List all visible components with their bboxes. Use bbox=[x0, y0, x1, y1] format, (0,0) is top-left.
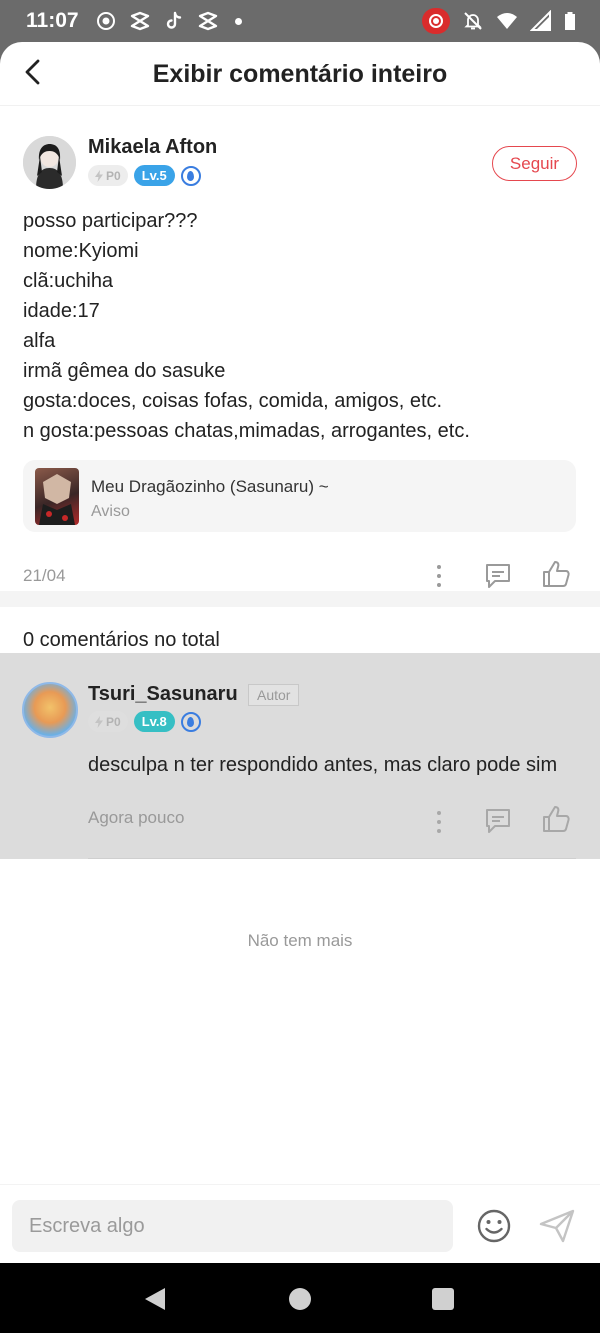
system-nav-bar bbox=[0, 1263, 600, 1333]
battery-icon bbox=[565, 12, 575, 30]
comment-line: clã:uchiha bbox=[23, 270, 114, 292]
screen-record-icon bbox=[422, 8, 450, 34]
post-title: Meu Dragãozinho (Sasunaru) ~ bbox=[91, 477, 329, 496]
username[interactable]: Mikaela Afton bbox=[88, 136, 217, 159]
reply-item[interactable]: Tsuri_Sasunaru Autor P0 Lv.8 desculpa n … bbox=[0, 653, 600, 859]
points-badge: P0 bbox=[88, 165, 128, 186]
level-badge: Lv.5 bbox=[133, 165, 175, 186]
comment-composer bbox=[0, 1184, 600, 1263]
app-logo-icon bbox=[198, 11, 218, 31]
section-divider bbox=[0, 591, 600, 607]
bolt-icon bbox=[95, 169, 103, 182]
nav-back-icon[interactable] bbox=[143, 1286, 167, 1312]
reply-text: desculpa n ter respondido antes, mas cla… bbox=[88, 754, 558, 776]
avatar[interactable] bbox=[22, 682, 78, 738]
page-header: Exibir comentário inteiro bbox=[0, 42, 600, 106]
status-time: 11:07 bbox=[26, 9, 79, 32]
status-left-icons bbox=[95, 10, 242, 32]
page-title: Exibir comentário inteiro bbox=[152, 60, 448, 88]
radio-icon bbox=[97, 12, 115, 30]
comment-line: idade:17 bbox=[23, 300, 100, 322]
post-subtitle: Aviso bbox=[91, 503, 130, 520]
comment-line: n gosta:pessoas chatas,mimadas, arrogant… bbox=[23, 420, 470, 442]
follow-button[interactable]: Seguir bbox=[492, 146, 577, 181]
verified-drop-icon bbox=[180, 711, 201, 732]
signal-icon bbox=[530, 10, 551, 31]
comment-sheet: Exibir comentário inteiro Mikaela Afton … bbox=[0, 42, 600, 1263]
comment-line: posso participar??? bbox=[23, 210, 198, 232]
end-of-list-text: Não tem mais bbox=[247, 931, 353, 950]
referenced-post-card[interactable]: Meu Dragãozinho (Sasunaru) ~ Aviso bbox=[23, 460, 576, 532]
notification-dot-icon bbox=[235, 17, 242, 25]
status-right-icons bbox=[422, 8, 576, 34]
reply-date: Agora pouco bbox=[88, 808, 185, 827]
avatar[interactable] bbox=[23, 136, 76, 189]
user-badges: P0 Lv.8 bbox=[88, 711, 201, 732]
comment-input[interactable] bbox=[12, 1200, 453, 1252]
avatar-image bbox=[23, 136, 76, 189]
points-badge: P0 bbox=[88, 711, 128, 732]
comment-line: gosta:doces, coisas fofas, comida, amigo… bbox=[23, 390, 443, 412]
comment-line: irmã gêmea do sasuke bbox=[23, 360, 226, 382]
comment-date: 21/04 bbox=[23, 566, 66, 585]
tiktok-icon bbox=[166, 11, 182, 29]
reply-divider bbox=[88, 858, 576, 859]
send-icon[interactable] bbox=[538, 1207, 576, 1245]
bolt-icon bbox=[95, 715, 103, 728]
bell-muted-icon bbox=[464, 12, 482, 30]
level-badge: Lv.8 bbox=[133, 711, 175, 732]
more-options-icon[interactable] bbox=[429, 563, 449, 589]
nav-home-icon[interactable] bbox=[289, 1288, 311, 1310]
comment-body: posso participar??? nome:Kyiomi clã:uchi… bbox=[23, 206, 470, 446]
points-label: P0 bbox=[106, 714, 121, 729]
wifi-icon bbox=[497, 13, 517, 29]
author-tag: Autor bbox=[248, 684, 300, 706]
points-label: P0 bbox=[106, 168, 121, 183]
user-badges: P0 Lv.5 bbox=[88, 165, 201, 186]
verified-drop-icon bbox=[180, 165, 201, 186]
like-icon[interactable] bbox=[541, 559, 571, 589]
like-icon[interactable] bbox=[541, 804, 571, 834]
nav-recents-icon[interactable] bbox=[432, 1288, 454, 1310]
reply-icon[interactable] bbox=[483, 561, 513, 591]
username[interactable]: Tsuri_Sasunaru bbox=[88, 683, 238, 706]
reply-icon[interactable] bbox=[483, 806, 513, 836]
comment-line: nome:Kyiomi bbox=[23, 240, 139, 262]
app-logo-icon bbox=[130, 11, 150, 31]
emoji-icon[interactable] bbox=[476, 1208, 512, 1244]
replies-count: 0 comentários no total bbox=[23, 629, 220, 651]
post-thumbnail bbox=[35, 468, 79, 525]
comment-line: alfa bbox=[23, 330, 56, 352]
status-bar: 11:07 bbox=[0, 0, 600, 42]
more-options-icon[interactable] bbox=[429, 809, 449, 835]
